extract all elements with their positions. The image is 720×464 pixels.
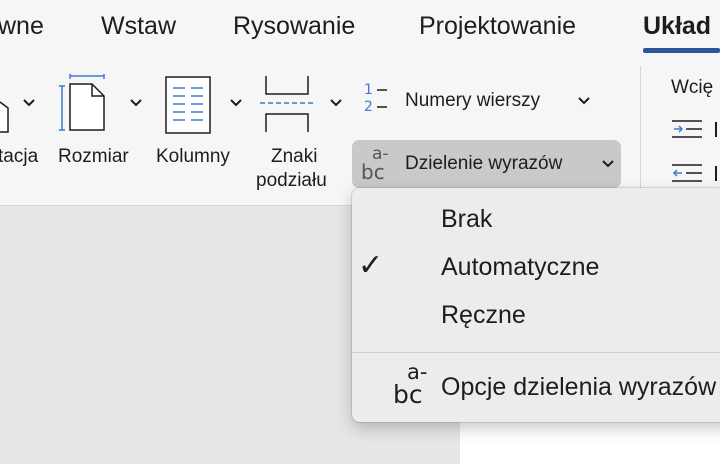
active-tab-indicator bbox=[643, 48, 720, 53]
chevron-down-icon[interactable] bbox=[22, 98, 36, 108]
tab-draw[interactable]: Rysowanie bbox=[233, 11, 355, 41]
hyphenation-dropdown: Brak ✓ Automatyczne Ręczne a- bc Opcje d… bbox=[352, 188, 720, 422]
menu-item-label: Opcje dzielenia wyrazów bbox=[441, 373, 717, 401]
menu-item-label: Automatyczne bbox=[441, 253, 600, 281]
hyphenation-icon-bottom: bc bbox=[361, 160, 385, 184]
line-numbers-icon bbox=[377, 89, 387, 108]
tab-design[interactable]: Projektowanie bbox=[419, 11, 576, 41]
size-icon[interactable] bbox=[58, 74, 110, 134]
chevron-down-icon[interactable] bbox=[329, 98, 343, 108]
hyphenation-label[interactable]: Dzielenie wyrazów bbox=[405, 152, 562, 176]
line-numbers-icon-top: 1 bbox=[364, 82, 373, 98]
checkmark-icon: ✓ bbox=[358, 248, 384, 283]
chevron-down-icon[interactable] bbox=[229, 98, 243, 108]
orientation-label[interactable]: tacja bbox=[0, 145, 38, 169]
menu-item-none[interactable]: Brak bbox=[352, 196, 720, 242]
chevron-down-icon[interactable] bbox=[601, 159, 615, 169]
indent-label: Wcię bbox=[671, 77, 714, 98]
tab-insert[interactable]: Wstaw bbox=[101, 11, 176, 41]
indent-left-icon[interactable] bbox=[672, 119, 720, 141]
indent-right-icon[interactable] bbox=[672, 163, 720, 185]
breaks-label-line2[interactable]: podziału bbox=[256, 169, 327, 193]
orientation-icon[interactable] bbox=[0, 94, 14, 134]
menu-item-label: Brak bbox=[441, 205, 493, 233]
columns-label[interactable]: Kolumny bbox=[156, 145, 230, 169]
columns-icon[interactable] bbox=[165, 76, 211, 134]
ribbon-group-separator bbox=[640, 66, 641, 198]
menu-separator bbox=[352, 352, 720, 353]
menu-item-automatic[interactable]: ✓ Automatyczne bbox=[352, 244, 720, 290]
chevron-down-icon[interactable] bbox=[129, 98, 143, 108]
menu-item-manual[interactable]: Ręczne bbox=[352, 292, 720, 338]
tab-layout[interactable]: Układ bbox=[643, 11, 711, 41]
tab-home[interactable]: wne bbox=[0, 11, 44, 41]
line-numbers-button[interactable]: Numery wierszy bbox=[405, 89, 540, 113]
hyphenation-options-icon-bottom: bc bbox=[393, 380, 423, 409]
menu-item-label: Ręczne bbox=[441, 301, 526, 329]
menu-item-hyphenation-options[interactable]: a- bc Opcje dzielenia wyrazów bbox=[352, 360, 720, 410]
line-numbers-icon-bottom: 2 bbox=[364, 99, 373, 115]
ribbon-tab-bar: wne Wstaw Rysowanie Projektowanie Układ bbox=[0, 0, 720, 54]
size-label[interactable]: Rozmiar bbox=[58, 145, 129, 169]
breaks-label-line1[interactable]: Znaki bbox=[271, 145, 317, 169]
breaks-icon[interactable] bbox=[258, 76, 318, 132]
chevron-down-icon[interactable] bbox=[577, 96, 591, 106]
